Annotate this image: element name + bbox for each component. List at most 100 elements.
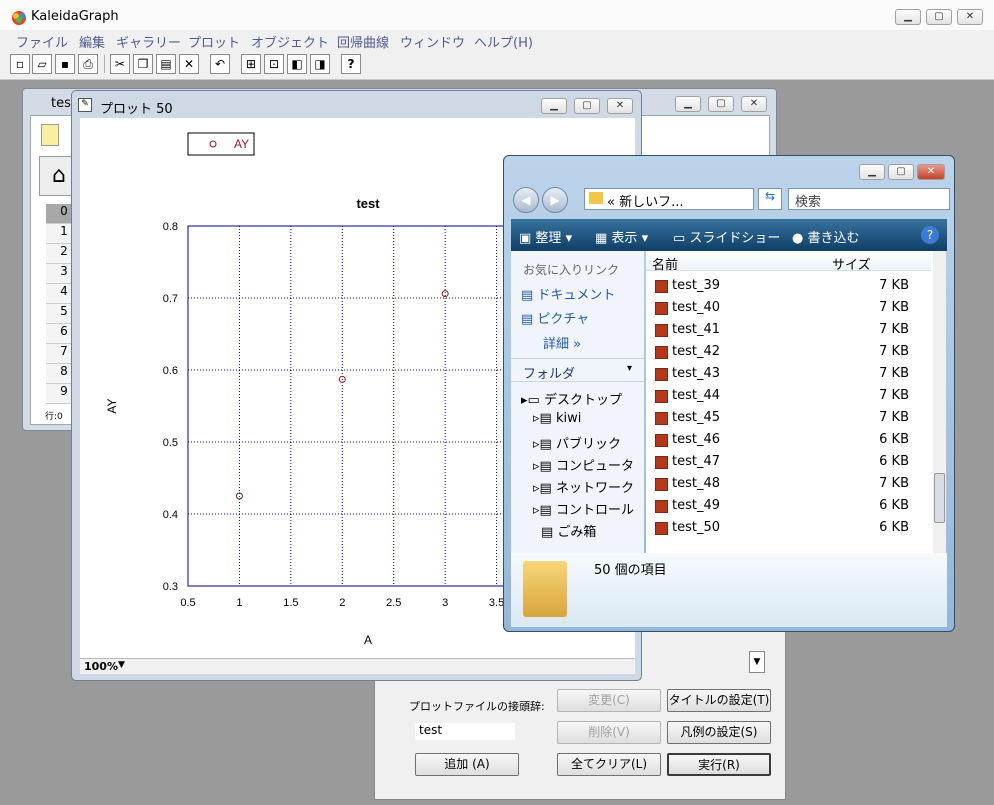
menu-curvefit[interactable]: 回帰曲線	[337, 32, 389, 51]
notes-icon[interactable]	[41, 124, 59, 146]
zoom-chevron-down-icon[interactable]: ▼	[118, 660, 125, 670]
back-icon[interactable]: ◀	[513, 187, 539, 213]
data-minimize-button[interactable]: ▁	[675, 96, 701, 112]
run-button[interactable]: 実行(R)	[667, 753, 771, 776]
column-size[interactable]: サイズ	[832, 254, 871, 273]
menu-file[interactable]: ファイル	[16, 32, 68, 51]
slideshow-button[interactable]: ▭ スライドショー	[673, 227, 780, 246]
tree-network[interactable]: ▹▤ ネットワーク	[533, 477, 634, 496]
y-tick-label: 0.6	[163, 365, 178, 377]
list-item[interactable]: test_39 7 KB	[646, 275, 931, 297]
zoom-level[interactable]: 100%	[84, 660, 118, 673]
menu-help[interactable]: ヘルプ(H)	[474, 32, 533, 51]
list-item[interactable]: test_50 6 KB	[646, 517, 931, 539]
list-item[interactable]: test_40 7 KB	[646, 297, 931, 319]
favorite-documents[interactable]: ▤ ドキュメント	[521, 284, 615, 303]
file-size: 7 KB	[879, 388, 909, 403]
close-button[interactable]: ✕	[957, 9, 983, 25]
list-item[interactable]: test_48 7 KB	[646, 473, 931, 495]
group-icon[interactable]: ⊡	[264, 54, 284, 74]
list-item[interactable]: test_45 7 KB	[646, 407, 931, 429]
refresh-icon[interactable]: ⇆	[758, 188, 782, 210]
tree-kiwi[interactable]: ▹▤ kiwi	[533, 411, 581, 426]
help-icon[interactable]: ?	[921, 226, 939, 244]
menu-window[interactable]: ウィンドウ	[400, 32, 465, 51]
address-bar[interactable]: « 新しいフ...	[584, 188, 754, 210]
burn-button[interactable]: ● 書き込む	[792, 227, 860, 246]
open-icon[interactable]: ▱	[32, 54, 52, 74]
help-icon[interactable]: ?	[341, 54, 361, 74]
search-input[interactable]: 検索	[788, 188, 950, 210]
file-size: 7 KB	[879, 410, 909, 425]
new-icon[interactable]: ▫	[10, 54, 30, 74]
cut-icon[interactable]: ✂	[110, 54, 130, 74]
file-name: test_47	[672, 454, 721, 469]
tree-recycle-bin[interactable]: ▤ ごみ箱	[541, 521, 596, 540]
delete-button[interactable]: 削除(V)	[557, 721, 661, 744]
menu-plot[interactable]: プロット	[188, 32, 240, 51]
list-item[interactable]: test_42 7 KB	[646, 341, 931, 363]
legend-setting-button[interactable]: 凡例の設定(S)	[667, 721, 771, 744]
image-file-icon	[655, 456, 668, 469]
tree-computer[interactable]: ▹▤ コンピュータ	[533, 455, 634, 474]
title-setting-button[interactable]: タイトルの設定(T)	[667, 689, 771, 712]
bring-front-icon[interactable]: ◧	[287, 54, 307, 74]
plot-minimize-button[interactable]: ▁	[541, 98, 567, 114]
menu-edit[interactable]: 編集	[79, 32, 105, 51]
data-maximize-button[interactable]: ▢	[708, 96, 734, 112]
file-scrollbar[interactable]	[933, 251, 946, 553]
explorer-minimize-button[interactable]: ▁	[859, 164, 885, 180]
file-size: 7 KB	[879, 300, 909, 315]
explorer-maximize-button[interactable]: ▢	[888, 164, 914, 180]
paste-icon[interactable]: ▤	[156, 54, 176, 74]
prefix-input[interactable]: test	[415, 723, 515, 740]
folder-icon	[523, 561, 567, 617]
minimize-button[interactable]: ▁	[895, 9, 921, 25]
file-size: 7 KB	[879, 278, 909, 293]
menu-gallery[interactable]: ギャラリー	[116, 32, 181, 51]
menu-object[interactable]: オブジェクト	[251, 32, 329, 51]
explorer-close-button[interactable]: ✕	[917, 164, 945, 180]
view-menu[interactable]: ▦ 表示 ▾	[595, 227, 648, 246]
data-close-button[interactable]: ✕	[741, 96, 767, 112]
column-name[interactable]: 名前	[652, 254, 678, 273]
add-button[interactable]: 追加 (A)	[415, 753, 519, 776]
undo-icon[interactable]: ↶	[210, 54, 230, 74]
scrollbar-thumb[interactable]	[934, 473, 945, 523]
x-tick-label: 3	[442, 597, 448, 609]
send-back-icon[interactable]: ◨	[310, 54, 330, 74]
align-icon[interactable]: ⊞	[241, 54, 261, 74]
copy-icon[interactable]: ❐	[133, 54, 153, 74]
tree-public[interactable]: ▹▤ パブリック	[533, 433, 621, 452]
folders-header[interactable]: フォルダ ▾	[511, 358, 644, 382]
chevron-down-icon[interactable]: ▼	[749, 651, 765, 673]
image-file-icon	[655, 324, 668, 337]
tree-desktop[interactable]: ▸▭ デスクトップ	[521, 389, 622, 408]
file-size: 6 KB	[879, 520, 909, 535]
list-item[interactable]: test_43 7 KB	[646, 363, 931, 385]
file-size: 6 KB	[879, 454, 909, 469]
forward-icon[interactable]: ▶	[542, 187, 568, 213]
clear-icon[interactable]: ✕	[179, 54, 199, 74]
maximize-button[interactable]: ▢	[926, 9, 952, 25]
list-item[interactable]: test_44 7 KB	[646, 385, 931, 407]
plot-hscrollbar[interactable]: 100% ▼	[80, 658, 635, 674]
more-link[interactable]: 詳細 »	[543, 333, 581, 352]
change-button[interactable]: 変更(C)	[557, 689, 661, 712]
print-icon[interactable]: ⎙	[78, 54, 98, 74]
app-title: KaleidaGraph	[31, 9, 119, 24]
file-list: 名前 サイズ test_39 7 KB test_40 7 KB test_41 7 KB…	[646, 251, 946, 553]
save-icon[interactable]: ▪	[55, 54, 75, 74]
list-item[interactable]: test_46 6 KB	[646, 429, 931, 451]
favorite-pictures[interactable]: ▤ ピクチャ	[521, 308, 589, 327]
y-tick-label: 0.7	[163, 293, 178, 305]
clear-all-button[interactable]: 全てクリア(L)	[557, 753, 661, 776]
list-item[interactable]: test_47 6 KB	[646, 451, 931, 473]
y-tick-label: 0.8	[163, 221, 178, 233]
organize-menu[interactable]: ▣ 整理 ▾	[519, 227, 572, 246]
list-item[interactable]: test_49 6 KB	[646, 495, 931, 517]
list-item[interactable]: test_41 7 KB	[646, 319, 931, 341]
plot-close-button[interactable]: ✕	[607, 98, 633, 114]
plot-maximize-button[interactable]: ▢	[574, 98, 600, 114]
tree-control-panel[interactable]: ▹▤ コントロール	[533, 499, 634, 518]
